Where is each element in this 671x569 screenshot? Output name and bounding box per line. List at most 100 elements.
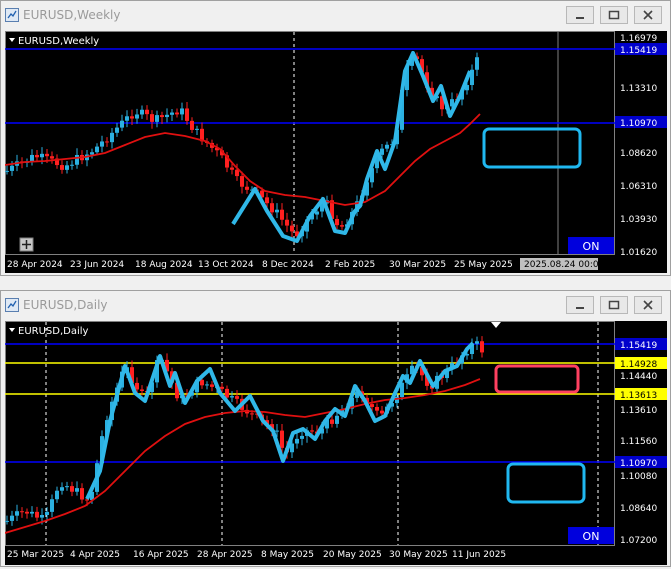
- candle-body: [50, 499, 54, 512]
- candle-body: [105, 141, 109, 143]
- on-button-label: ON: [583, 530, 600, 543]
- price-tick: 1.01620: [620, 248, 657, 258]
- chart-shift-marker-icon[interactable]: [491, 322, 501, 328]
- close-button[interactable]: [634, 296, 662, 314]
- date-tick: 4 Apr 2025: [70, 550, 120, 560]
- date-tick: 18 Aug 2024: [135, 260, 193, 270]
- candle-body: [310, 430, 314, 432]
- candle-body: [340, 225, 344, 227]
- candle-body: [275, 430, 279, 432]
- date-tick: 20 May 2025: [323, 550, 382, 560]
- candle-body: [75, 488, 79, 492]
- candle-body: [130, 116, 134, 119]
- candle-body: [380, 148, 384, 155]
- window-titlebar[interactable]: EURUSD,Daily: [1, 291, 670, 319]
- date-tick: 13 Oct 2024: [198, 260, 254, 270]
- date-tick: 30 May 2025: [389, 550, 448, 560]
- date-tick: 25 Mar 2025: [7, 550, 64, 560]
- price-tick: 1.10080: [620, 472, 657, 482]
- candle-body: [5, 520, 9, 522]
- candle-body: [65, 165, 69, 170]
- candle-body: [285, 219, 289, 226]
- candle-body: [10, 515, 14, 521]
- price-tick: 1.13610: [620, 406, 657, 416]
- candle-body: [385, 144, 389, 149]
- candle-body: [335, 415, 339, 424]
- weekly-chart-svg[interactable]: EURUSD,Weekly ON 1.16979 1.13310 1.10970…: [4, 31, 667, 273]
- candle-body: [25, 511, 29, 514]
- price-highlight-text: 1.10970: [620, 459, 657, 469]
- candle-body: [475, 57, 479, 70]
- chart-area-daily[interactable]: EURUSD,Daily ON 1.15419 1.14928 1.14440 …: [4, 321, 667, 565]
- candle-body: [230, 167, 234, 170]
- candle-body: [230, 396, 234, 398]
- candle-body: [85, 499, 89, 501]
- candle-body: [220, 386, 224, 389]
- candle-body: [70, 164, 74, 166]
- price-highlight-text: 1.10970: [620, 119, 657, 129]
- close-button[interactable]: [634, 6, 662, 24]
- candle-body: [95, 146, 99, 153]
- candle-body: [185, 108, 189, 121]
- minimize-button[interactable]: [566, 296, 594, 314]
- maximize-button[interactable]: [600, 6, 628, 24]
- chart-area-weekly[interactable]: EURUSD,Weekly ON 1.16979 1.13310 1.10970…: [4, 31, 667, 273]
- cursor-date-label: 2025.08.24 00:00: [524, 260, 605, 270]
- candle-body: [155, 115, 159, 122]
- candle-body: [270, 203, 274, 213]
- candle-body: [200, 379, 204, 386]
- candle-body: [190, 120, 194, 130]
- candle-body: [275, 209, 279, 213]
- candle-body: [15, 511, 19, 516]
- date-tick: 23 Jun 2024: [70, 260, 124, 270]
- signal-box-blue: [482, 127, 582, 169]
- candle-body: [375, 406, 379, 411]
- price-tick: 1.06310: [620, 182, 657, 192]
- chart-window-weekly[interactable]: EURUSD,Weekly EURUSD,Weekly ON 1.16979 1…: [0, 0, 671, 276]
- minimize-icon: [576, 17, 584, 19]
- chart-symbol-label: EURUSD,Daily: [18, 326, 89, 337]
- candle-body: [180, 108, 184, 115]
- signal-box-red: [494, 364, 580, 394]
- candle-body: [65, 486, 69, 488]
- candle-body: [125, 116, 129, 121]
- candle-body: [370, 404, 374, 407]
- candle-body: [175, 112, 179, 115]
- candle-body: [205, 384, 209, 386]
- date-tick: 16 Apr 2025: [133, 550, 189, 560]
- minimize-button[interactable]: [566, 6, 594, 24]
- date-tick: 8 May 2025: [261, 550, 314, 560]
- candle-body: [280, 430, 284, 448]
- window-title: EURUSD,Weekly: [23, 8, 121, 22]
- candle-body: [170, 112, 174, 115]
- candle-body: [475, 341, 479, 344]
- maximize-button[interactable]: [600, 296, 628, 314]
- candle-body: [480, 341, 484, 353]
- daily-candles: [5, 336, 484, 526]
- price-highlight-text: 1.13613: [620, 391, 657, 401]
- candle-body: [80, 488, 84, 500]
- chart-window-daily[interactable]: EURUSD,Daily EURUSD,Daily ON 1.15419 1.1…: [0, 290, 671, 567]
- candle-body: [70, 486, 74, 492]
- candle-body: [210, 384, 214, 387]
- window-titlebar[interactable]: EURUSD,Weekly: [1, 1, 670, 29]
- date-tick: 11 Jun 2025: [452, 550, 506, 560]
- date-tick: 28 Apr 2024: [7, 260, 63, 270]
- candle-body: [5, 170, 9, 172]
- dropdown-triangle-icon[interactable]: [9, 328, 15, 332]
- price-tick: 1.16979: [620, 34, 657, 44]
- date-tick: 25 May 2025: [454, 260, 513, 270]
- chart-window-icon: [5, 8, 19, 22]
- date-tick: 8 Dec 2024: [262, 260, 314, 270]
- candle-body: [20, 511, 24, 513]
- candle-body: [240, 176, 244, 187]
- candle-body: [165, 114, 169, 118]
- candle-body: [335, 218, 339, 226]
- candle-body: [75, 154, 79, 165]
- weekly-candles: [5, 51, 479, 243]
- price-tick: 1.14440: [620, 372, 657, 382]
- candle-body: [245, 186, 249, 190]
- candle-body: [50, 156, 54, 159]
- dropdown-triangle-icon[interactable]: [9, 38, 15, 42]
- daily-chart-svg[interactable]: EURUSD,Daily ON 1.15419 1.14928 1.14440 …: [4, 321, 667, 565]
